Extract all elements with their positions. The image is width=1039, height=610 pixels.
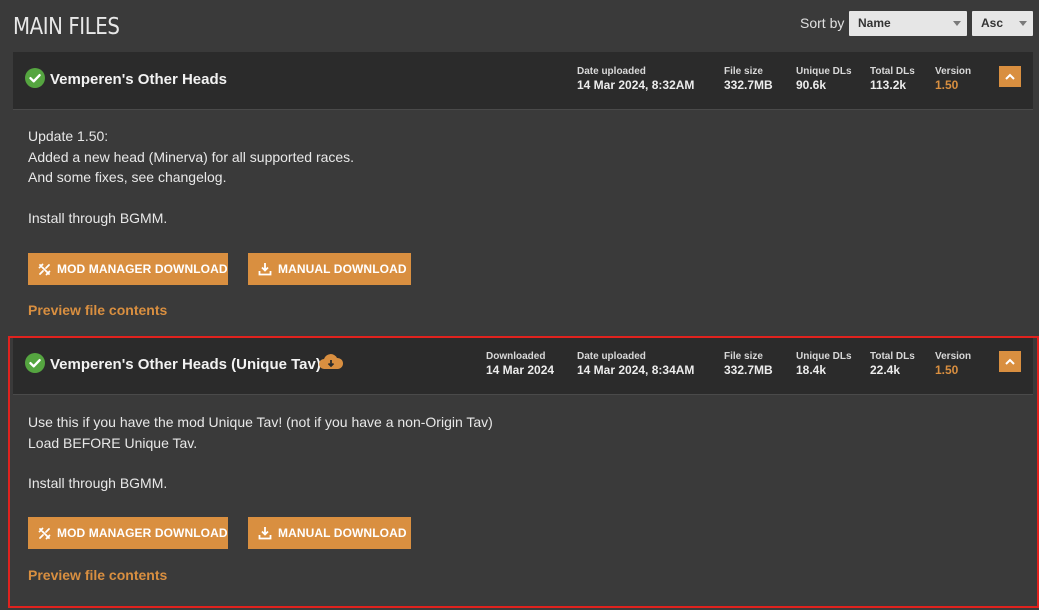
meta-downloaded: Downloaded 14 Mar 2024	[486, 351, 554, 377]
meta-value: 1.50	[935, 78, 959, 92]
sort-field-select[interactable]: Name	[849, 11, 967, 36]
meta-unique-dls: Unique DLs 90.6k	[796, 66, 852, 92]
meta-label: Version	[935, 351, 972, 362]
meta-version: Version 1.50	[935, 66, 971, 92]
button-label: MANUAL DOWNLOAD	[278, 262, 407, 276]
preview-file-contents-link[interactable]: Preview file contents	[28, 567, 167, 583]
button-label: MOD MANAGER DOWNLOAD	[57, 526, 228, 540]
meta-label: Date uploaded	[577, 66, 646, 77]
description-line: Install through BGMM.	[28, 209, 168, 226]
meta-value: 22.4k	[870, 363, 901, 377]
chevron-up-icon	[1005, 358, 1015, 365]
mod-manager-icon	[38, 263, 51, 275]
description-line: And some fixes, see changelog.	[28, 169, 227, 185]
sort-label: Sort by	[800, 15, 845, 31]
description-line	[28, 188, 354, 208]
meta-label: Unique DLs	[796, 351, 852, 362]
meta-label: Downloaded	[486, 351, 546, 362]
meta-value: 113.2k	[870, 78, 907, 92]
meta-value: 14 Mar 2024, 8:34AM	[577, 363, 695, 377]
files-header: MAIN FILES Sort by Name Asc	[0, 0, 1039, 52]
meta-label: Unique DLs	[796, 66, 852, 77]
meta-value: 332.7MB	[724, 363, 773, 377]
collapse-button[interactable]	[999, 351, 1021, 372]
meta-total-dls: Total DLs 22.4k	[870, 351, 915, 377]
manual-download-button[interactable]: MANUAL DOWNLOAD	[248, 517, 411, 549]
mod-manager-download-button[interactable]: MOD MANAGER DOWNLOAD	[28, 517, 228, 549]
file-card-header[interactable]: Vemperen's Other Heads (Unique Tav) Down…	[13, 337, 1033, 395]
meta-value: 332.7MB	[724, 78, 773, 92]
file-description: Use this if you have the mod Unique Tav!…	[28, 412, 493, 494]
description-line: Update 1.50:	[28, 128, 109, 144]
meta-label: File size	[724, 351, 763, 362]
meta-label: File size	[724, 66, 763, 77]
file-description: Update 1.50: Added a new head (Minerva) …	[28, 126, 354, 228]
meta-version: Version 1.50	[935, 351, 971, 377]
button-label: MOD MANAGER DOWNLOAD	[57, 262, 228, 276]
meta-label: Date uploaded	[577, 351, 646, 362]
description-line: Use this if you have the mod Unique Tav!…	[28, 414, 493, 430]
sort-order-select[interactable]: Asc	[972, 11, 1033, 36]
meta-value: 90.6k	[796, 78, 827, 92]
download-icon	[258, 527, 272, 540]
description-line: Added a new head (Minerva) for all suppo…	[28, 148, 355, 165]
mod-manager-download-button[interactable]: MOD MANAGER DOWNLOAD	[28, 253, 228, 285]
mod-manager-icon	[38, 527, 51, 539]
meta-label: Total DLs	[870, 351, 915, 362]
meta-label: Version	[935, 66, 972, 77]
sort-order-value: Asc	[981, 16, 1004, 30]
meta-value: 14 Mar 2024, 8:32AM	[577, 78, 695, 92]
file-title[interactable]: Vemperen's Other Heads	[50, 71, 227, 88]
section-title: MAIN FILES	[13, 14, 120, 40]
meta-label: Total DLs	[870, 66, 915, 77]
meta-total-dls: Total DLs 113.2k	[870, 66, 915, 92]
check-circle-icon	[25, 353, 45, 373]
file-card: Vemperen's Other Heads (Unique Tav) Down…	[13, 337, 1033, 599]
meta-file-size: File size 332.7MB	[724, 66, 773, 92]
button-label: MANUAL DOWNLOAD	[278, 526, 407, 540]
meta-unique-dls: Unique DLs 18.4k	[796, 351, 852, 377]
sort-field-value: Name	[858, 16, 891, 30]
preview-file-contents-link[interactable]: Preview file contents	[28, 302, 167, 318]
download-icon	[258, 263, 272, 276]
description-line: Install through BGMM.	[28, 475, 168, 491]
collapse-button[interactable]	[999, 66, 1021, 87]
check-circle-icon	[25, 68, 45, 88]
file-card: Vemperen's Other Heads Date uploaded 14 …	[13, 52, 1033, 334]
meta-file-size: File size 332.7MB	[724, 351, 773, 377]
meta-value: 14 Mar 2024	[486, 363, 555, 377]
meta-date-uploaded: Date uploaded 14 Mar 2024, 8:32AM	[577, 66, 694, 92]
manual-download-button[interactable]: MANUAL DOWNLOAD	[248, 253, 411, 285]
file-card-header[interactable]: Vemperen's Other Heads Date uploaded 14 …	[13, 52, 1033, 110]
meta-value: 1.50	[935, 363, 959, 377]
description-line	[28, 453, 493, 473]
chevron-down-icon	[1019, 21, 1027, 26]
description-line: Load BEFORE Unique Tav.	[28, 434, 198, 451]
meta-value: 18.4k	[796, 363, 827, 377]
chevron-up-icon	[1005, 73, 1015, 80]
meta-date-uploaded: Date uploaded 14 Mar 2024, 8:34AM	[577, 351, 694, 377]
chevron-down-icon	[953, 21, 961, 26]
cloud-download-icon	[318, 353, 344, 376]
file-title[interactable]: Vemperen's Other Heads (Unique Tav)	[50, 356, 321, 373]
